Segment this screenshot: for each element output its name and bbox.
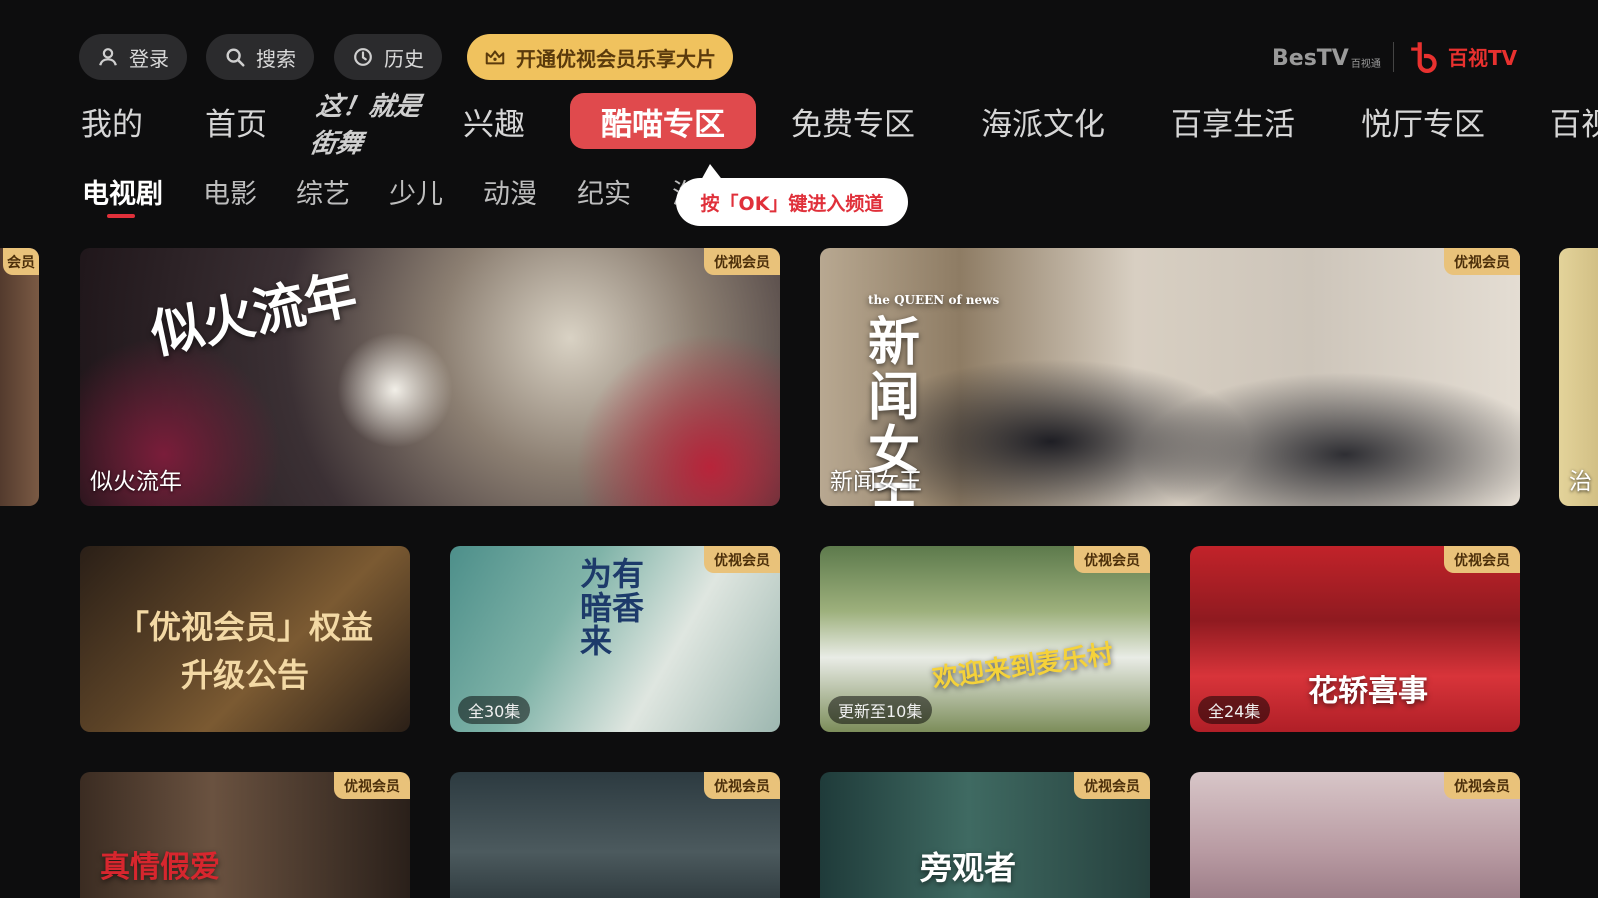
vip-badge: 优视会员 bbox=[704, 546, 780, 573]
vip-badge: 优视会员 bbox=[704, 772, 780, 799]
vip-badge: 优视会员 bbox=[334, 772, 410, 799]
poster-english-title: the QUEEN of news bbox=[868, 293, 1000, 307]
login-label: 登录 bbox=[129, 46, 169, 71]
partial-card-art bbox=[0, 248, 39, 506]
card-title: 新闻女王 bbox=[830, 469, 922, 495]
nav-haipai-culture[interactable]: 海派文化 bbox=[980, 93, 1106, 149]
bb-tv-logo: 百视TV bbox=[1408, 36, 1517, 76]
vip-badge: 优视会员 bbox=[1444, 248, 1520, 275]
clock-icon bbox=[354, 48, 372, 66]
poster-title-art: 旁观者 bbox=[920, 849, 1017, 887]
feature-card-queen-of-news[interactable]: the QUEEN of news 新闻女王 优视会员 新闻女王 bbox=[820, 248, 1520, 506]
poster-title-art: 花轿喜事 bbox=[1308, 674, 1428, 709]
tab-tv-series[interactable]: 电视剧 bbox=[82, 172, 163, 211]
card-title: 似火流年 bbox=[90, 469, 182, 495]
search-icon bbox=[226, 48, 245, 67]
nav-home[interactable]: 首页 bbox=[204, 93, 268, 149]
nav-street-dance-logo[interactable]: 这！就是街舞 bbox=[308, 92, 435, 159]
logo-divider bbox=[1393, 42, 1394, 72]
card-hua-jiao-xi-shi[interactable]: 花轿喜事 优视会员 全24集 bbox=[1190, 546, 1520, 732]
ok-key-tooltip: 按「OK」键进入频道 bbox=[676, 178, 908, 226]
login-button[interactable]: 登录 bbox=[79, 34, 187, 80]
user-icon bbox=[99, 48, 117, 66]
search-label: 搜索 bbox=[256, 46, 296, 71]
poster-title-art: 为有暗香来 bbox=[580, 555, 645, 661]
vip-badge: 优视会员 bbox=[1444, 772, 1520, 799]
tab-anime[interactable]: 动漫 bbox=[483, 172, 537, 211]
card-huanying-lai-dao-mai-le-cun[interactable]: 欢迎来到麦乐村 优视会员 更新至10集 bbox=[820, 546, 1150, 732]
nav-interest[interactable]: 兴趣 bbox=[462, 93, 526, 149]
history-button[interactable]: 历史 bbox=[334, 34, 442, 80]
episode-count: 全24集 bbox=[1198, 696, 1271, 724]
vip-subscribe-button[interactable]: 开通优视会员乐享大片 bbox=[467, 34, 733, 80]
vip-badge: 优视会员 bbox=[1074, 546, 1150, 573]
nav-yueting-zone[interactable]: 悦厅专区 bbox=[1360, 93, 1486, 149]
card-pang-guan-zhe[interactable]: 旁观者 优视会员 bbox=[820, 772, 1150, 898]
card-row3-4[interactable]: 优视会员 bbox=[1190, 772, 1520, 898]
active-tab-indicator bbox=[107, 214, 135, 218]
vip-badge: 优视会员 bbox=[1444, 546, 1520, 573]
tv-home-screen: 登录 搜索 历史 开通优视会员乐享大片 BesTV 百视通 百视TV 我的 首页 … bbox=[0, 0, 1598, 898]
member-badge: 会员 bbox=[3, 248, 39, 275]
vip-badge: 优视会员 bbox=[1074, 772, 1150, 799]
poster-highlights bbox=[80, 248, 780, 506]
feature-card-sihuo-liunian[interactable]: 似火流年 优视会员 似火流年 bbox=[80, 248, 780, 506]
poster-title-art: 真情假爱 bbox=[100, 850, 220, 885]
tab-variety[interactable]: 综艺 bbox=[296, 172, 350, 211]
nav-baishi[interactable]: 百视 bbox=[1550, 93, 1598, 149]
notice-line-1: 「优视会员」权益 bbox=[116, 608, 373, 646]
nav-free-zone[interactable]: 免费专区 bbox=[790, 93, 916, 149]
tab-movies[interactable]: 电影 bbox=[203, 172, 257, 211]
vip-badge: 优视会员 bbox=[704, 248, 780, 275]
card-row3-2[interactable]: 优视会员 bbox=[450, 772, 780, 898]
search-button[interactable]: 搜索 bbox=[206, 34, 314, 80]
partial-card-right[interactable]: 治 bbox=[1559, 248, 1598, 506]
card-title: 治 bbox=[1569, 469, 1592, 495]
episode-count: 全30集 bbox=[458, 696, 531, 724]
history-label: 历史 bbox=[384, 46, 424, 71]
bb-logo-icon bbox=[1411, 42, 1437, 73]
nav-kumiao-zone[interactable]: 酷喵专区 bbox=[570, 93, 756, 149]
bestv-logo: BesTV 百视通 bbox=[1272, 45, 1381, 71]
crown-icon bbox=[485, 50, 505, 65]
tab-documentary[interactable]: 纪实 bbox=[577, 172, 631, 211]
episode-count: 更新至10集 bbox=[828, 696, 933, 724]
nav-baixiang-life[interactable]: 百享生活 bbox=[1170, 93, 1296, 149]
notice-line-2: 升级公告 bbox=[180, 656, 309, 694]
notice-card-vip-upgrade[interactable]: 「优视会员」权益 升级公告 bbox=[80, 546, 410, 732]
vip-label: 开通优视会员乐享大片 bbox=[516, 46, 716, 71]
tab-kids[interactable]: 少儿 bbox=[389, 172, 443, 211]
partial-card-left[interactable]: 会员 bbox=[0, 248, 39, 506]
nav-mine[interactable]: 我的 bbox=[80, 93, 144, 149]
card-weiyou-anxiang-lai[interactable]: 为有暗香来 优视会员 全30集 bbox=[450, 546, 780, 732]
card-zhenqing-jiaai[interactable]: 真情假爱 优视会员 bbox=[80, 772, 410, 898]
